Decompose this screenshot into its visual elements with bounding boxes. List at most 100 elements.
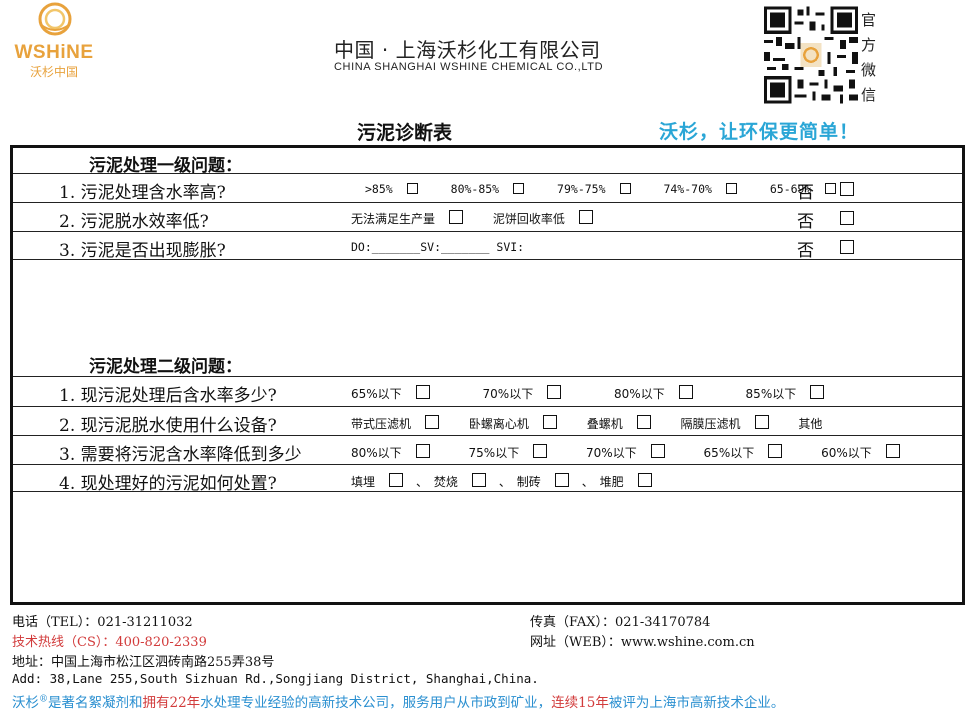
no-checkbox[interactable] xyxy=(840,240,854,254)
option-other[interactable]: 其他 xyxy=(798,415,822,432)
footer-address-en: Add: 38,Lane 255,South Sizhuan Rd.,Songj… xyxy=(12,671,539,686)
s1-q2-options: 无法满足生产量 泥饼回收率低 xyxy=(351,210,619,227)
s2-q1-options: 65%以下 70%以下 80%以下 85%以下 xyxy=(351,385,850,402)
row-divider xyxy=(13,259,962,260)
footer-web[interactable]: 网址（WEB）：www.wshine.com.cn xyxy=(530,631,755,650)
option[interactable]: 70%以下 xyxy=(483,385,575,402)
option[interactable]: 填埋、 xyxy=(351,473,428,490)
option[interactable]: 65%以下 xyxy=(704,444,796,461)
footer-fax: 传真（FAX）：021-34170784 xyxy=(530,615,711,630)
checkbox[interactable] xyxy=(542,415,557,429)
row-divider xyxy=(13,231,962,232)
row-divider xyxy=(13,406,962,407)
option[interactable]: 焚烧、 xyxy=(434,473,511,490)
no-label: 否 xyxy=(797,241,814,261)
option[interactable]: 75%以下 xyxy=(469,444,561,461)
checkbox[interactable] xyxy=(554,473,569,487)
option[interactable]: 泥饼回收率低 xyxy=(493,210,606,227)
checkbox[interactable] xyxy=(810,385,825,399)
checkbox[interactable] xyxy=(547,385,562,399)
option[interactable]: 80%-85% xyxy=(451,182,537,196)
s2-question-2: 2. 现污泥脱水使用什么设备? xyxy=(59,416,277,436)
checkbox[interactable] xyxy=(650,444,665,458)
tagline-highlight: 连续15年 xyxy=(551,695,609,711)
option[interactable]: 叠螺机 xyxy=(587,415,664,432)
no-label: 否 xyxy=(797,212,814,232)
option[interactable]: 带式压滤机 xyxy=(351,415,452,432)
checkbox[interactable] xyxy=(406,183,418,194)
company-name-cn: 中国 · 上海沃杉化工有限公司 xyxy=(334,38,601,62)
s2-question-3: 3. 需要将污泥含水率降低到多少 xyxy=(59,445,302,465)
footer-hotline: 技术热线（CS）：400-820-2339 xyxy=(12,635,207,650)
tagline-brand: 沃杉 xyxy=(12,695,39,711)
qr-label-char: 信 xyxy=(861,86,877,104)
footer-tagline: 沃杉®是著名絮凝剂和拥有22年水处理专业经验的高新技术公司，服务用户从市政到矿业… xyxy=(12,691,784,711)
s1-q1-options: >85% 80%-85% 79%-75% 74%-70% 65-69% xyxy=(365,182,862,196)
company-name-en: CHINA SHANGHAI WSHINE CHEMICAL CO.,LTD xyxy=(334,61,604,73)
option[interactable]: 80%以下 xyxy=(351,444,443,461)
qr-code-icon xyxy=(764,6,858,104)
form-title: 污泥诊断表 xyxy=(357,122,453,144)
tagline-part: 被评为上海市高新技术企业。 xyxy=(608,695,785,711)
qr-label-char: 方 xyxy=(861,36,877,54)
s1-question-1: 1. 污泥处理含水率高? xyxy=(59,183,226,203)
checkbox[interactable] xyxy=(619,183,631,194)
company-logo: WSHiNE 沃杉中国 xyxy=(8,0,100,82)
checkbox[interactable] xyxy=(754,415,769,429)
qr-label-char: 微 xyxy=(861,61,877,79)
row-divider xyxy=(13,435,962,436)
s1-question-2: 2. 污泥脱水效率低? xyxy=(59,212,209,232)
option[interactable]: 60%以下 xyxy=(821,444,913,461)
row-divider xyxy=(13,491,962,492)
option[interactable]: 制砖、 xyxy=(517,473,594,490)
checkbox[interactable] xyxy=(471,473,486,487)
checkbox[interactable] xyxy=(449,210,464,224)
checkbox[interactable] xyxy=(825,183,837,194)
section-2-heading: 污泥处理二级问题： xyxy=(89,357,242,377)
checkbox[interactable] xyxy=(725,183,737,194)
option[interactable]: 70%以下 xyxy=(586,444,678,461)
slogan: 沃杉，让环保更简单！ xyxy=(659,121,860,143)
s2-q2-options: 带式压滤机 卧螺离心机 叠螺机 隔膜压滤机 其他 xyxy=(351,415,835,432)
no-checkbox[interactable] xyxy=(840,211,854,225)
s2-q4-options: 填埋、 焚烧、 制砖、 堆肥 xyxy=(351,473,678,490)
registered-mark: ® xyxy=(39,694,48,705)
checkbox[interactable] xyxy=(885,444,900,458)
checkbox[interactable] xyxy=(678,385,693,399)
s1-question-3: 3. 污泥是否出现膨胀? xyxy=(59,241,226,261)
row-divider xyxy=(13,376,962,377)
option[interactable]: 85%以下 xyxy=(746,385,838,402)
checkbox[interactable] xyxy=(425,415,440,429)
logo-wordmark: WSHiNE xyxy=(14,42,94,63)
option[interactable]: >85% xyxy=(365,182,431,196)
row-divider xyxy=(13,202,962,203)
option[interactable]: 堆肥 xyxy=(600,473,665,490)
tagline-highlight: 拥有22年 xyxy=(142,695,201,711)
checkbox[interactable] xyxy=(533,444,548,458)
checkbox[interactable] xyxy=(637,473,652,487)
checkbox[interactable] xyxy=(578,210,593,224)
option[interactable]: 卧螺离心机 xyxy=(469,415,570,432)
option[interactable]: 79%-75% xyxy=(557,182,643,196)
row-divider xyxy=(13,464,962,465)
checkbox[interactable] xyxy=(389,473,404,487)
s1-q3-fields[interactable]: DO:_______SV:_______ SVI: xyxy=(351,240,524,254)
checkbox[interactable] xyxy=(768,444,783,458)
option[interactable]: 65%以下 xyxy=(351,385,443,402)
diagnosis-form: 污泥处理一级问题： 1. 污泥处理含水率高? >85% 80%-85% 79%-… xyxy=(10,145,965,605)
checkbox[interactable] xyxy=(636,415,651,429)
logo-cn-text: 沃杉中国 xyxy=(29,65,78,79)
option[interactable]: 无法满足生产量 xyxy=(351,210,476,227)
checkbox[interactable] xyxy=(415,385,430,399)
footer-tel: 电话（TEL）：021-31211032 xyxy=(12,615,193,630)
checkbox[interactable] xyxy=(415,444,430,458)
checkbox[interactable] xyxy=(513,183,525,194)
qr-label: 官 方 微 信 xyxy=(861,8,879,108)
option[interactable]: 隔膜压滤机 xyxy=(681,415,782,432)
no-label: 否 xyxy=(797,183,814,203)
row-divider xyxy=(13,173,962,174)
s2-q3-options: 80%以下 75%以下 70%以下 65%以下 60%以下 xyxy=(351,444,926,461)
option[interactable]: 74%-70% xyxy=(663,182,749,196)
no-checkbox[interactable] xyxy=(840,182,854,196)
option[interactable]: 80%以下 xyxy=(614,385,706,402)
